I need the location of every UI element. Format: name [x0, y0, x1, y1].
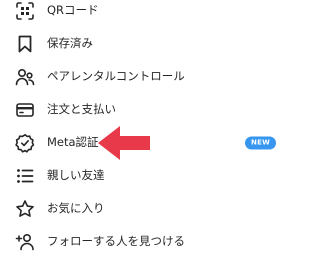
qr-code-icon — [15, 1, 35, 21]
parental-control-icon — [15, 67, 35, 87]
menu-item-label: 注文と支払い — [47, 101, 116, 116]
menu-item-favorites[interactable]: お気に入り — [0, 192, 300, 225]
menu-item-close-friends[interactable]: 親しい友達 — [0, 159, 300, 192]
menu-item-orders-payments[interactable]: 注文と支払い — [0, 93, 300, 126]
settings-menu: QRコード 保存済み ペアレンタルコントロール 注文と支払い Meta認証 NE… — [0, 0, 300, 258]
add-person-icon — [15, 232, 35, 252]
credit-card-icon — [15, 100, 35, 120]
menu-item-saved[interactable]: 保存済み — [0, 27, 300, 60]
menu-item-label: 保存済み — [47, 35, 93, 50]
menu-item-label: お気に入り — [47, 200, 105, 215]
star-icon — [15, 199, 35, 219]
menu-item-parental-control[interactable]: ペアレンタルコントロール — [0, 60, 300, 93]
new-badge: NEW — [245, 136, 276, 149]
menu-item-label: QRコード — [47, 2, 99, 17]
bookmark-icon — [15, 34, 35, 54]
close-friends-list-icon — [15, 166, 35, 186]
verified-badge-icon — [15, 133, 35, 153]
menu-item-label: 親しい友達 — [47, 167, 105, 182]
menu-item-label: Meta認証 — [47, 134, 99, 149]
menu-item-label: フォローする人を見つける — [47, 233, 185, 248]
menu-item-meta-verified[interactable]: Meta認証 NEW — [0, 126, 300, 159]
menu-item-qr-code[interactable]: QRコード — [0, 0, 300, 27]
menu-item-label: ペアレンタルコントロール — [47, 68, 185, 83]
menu-item-discover-people[interactable]: フォローする人を見つける — [0, 225, 300, 258]
